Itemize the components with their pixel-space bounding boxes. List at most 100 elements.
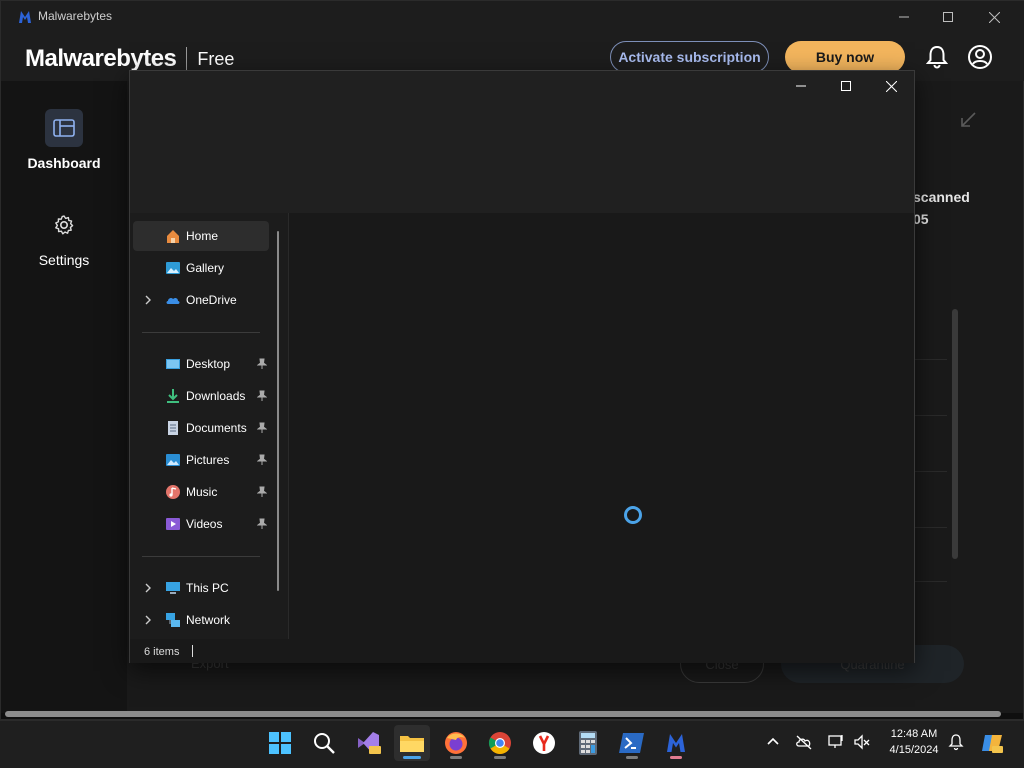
brand-name: Malwarebytes [25,45,177,72]
chrome-button[interactable] [482,725,518,761]
dashboard-icon [53,119,75,137]
search-icon [314,733,335,754]
nav-item-desktop[interactable]: Desktop [133,349,269,379]
chrome-icon [489,732,511,754]
row-divider [915,471,947,472]
file-explorer-icon [400,736,424,752]
maximize-button[interactable] [925,1,971,33]
maximize-icon [943,12,953,22]
notification-icon[interactable] [947,733,965,751]
malwarebytes-icon [667,734,685,752]
yandex-button[interactable] [526,725,562,761]
volume-muted-icon[interactable] [853,733,871,751]
sidebar-item-settings[interactable]: Settings [1,206,127,268]
nav-item-label: Gallery [186,261,225,275]
visual-studio-button[interactable] [350,725,386,761]
clock-date[interactable]: 4/15/2024 [884,744,944,756]
row-divider [915,527,947,528]
nav-item-home[interactable]: Home [133,221,269,251]
scanned-label: scanned [913,189,970,205]
visual-studio-icon [358,732,381,754]
row-divider [915,581,947,582]
explorer-close-button[interactable] [878,73,904,99]
dashboard-icon-box [45,109,83,147]
malwarebytes-logo-icon [19,11,31,23]
close-button[interactable] [971,1,1017,33]
minimize-icon [899,16,909,18]
row-divider [915,359,947,360]
malwarebytes-button[interactable] [658,725,694,761]
nav-pane-scrollbar[interactable] [277,231,279,591]
horizontal-scrollbar[interactable] [5,711,1001,717]
nav-item-label: Videos [186,517,223,531]
nav-item-label: Music [186,485,218,499]
download-icon [167,389,179,403]
calculator-icon [579,731,597,755]
powershell-button[interactable] [614,725,650,761]
brand-divider [186,47,188,71]
network-icon [166,613,180,627]
nav-item-label: Downloads [186,389,246,403]
title-bar: Malwarebytes [1,1,1024,33]
nav-item-documents[interactable]: Documents [133,413,269,443]
yandex-icon [533,732,555,754]
chevron-right-icon[interactable] [143,294,153,306]
start-button[interactable] [262,725,298,761]
window-title: Malwarebytes [38,9,113,23]
documents-icon [168,421,178,435]
scanned-value: 05 [913,211,929,227]
active-indicator [403,756,421,759]
pin-icon[interactable] [257,454,267,466]
nav-item-label: Pictures [186,453,230,467]
settings-icon-box [45,206,83,244]
file-explorer-button[interactable] [394,725,430,761]
collapse-arrow-icon[interactable] [959,111,977,129]
activate-subscription-button[interactable]: Activate subscription [610,41,769,73]
pin-icon[interactable] [257,422,267,434]
search-button[interactable] [306,725,342,761]
cloud-offline-icon[interactable] [795,733,813,751]
display-icon[interactable] [827,733,845,751]
chevron-right-icon[interactable] [143,614,153,626]
pin-icon[interactable] [257,518,267,530]
nav-item-music[interactable]: Music [133,477,269,507]
clock-time[interactable]: 12:48 AM [884,728,944,740]
nav-item-videos[interactable]: Videos [133,509,269,539]
explorer-minimize-button[interactable] [788,73,814,99]
pin-icon[interactable] [257,358,267,370]
firefox-icon [445,732,467,754]
chevron-up-icon[interactable] [764,733,782,751]
minimize-icon [796,85,806,87]
nav-item-pictures[interactable]: Pictures [133,445,269,475]
navigation-pane: Home Gallery OneDrive Desktop Downloads … [130,213,288,639]
explorer-maximize-button[interactable] [833,73,859,99]
row-divider [915,415,947,416]
copilot-icon[interactable] [980,731,1004,755]
nav-item-label: Home [186,229,219,243]
calculator-button[interactable] [570,725,606,761]
results-scrollbar[interactable] [952,309,958,559]
chevron-right-icon[interactable] [143,582,153,594]
music-icon [166,485,180,499]
nav-item-label: OneDrive [186,293,237,307]
nav-item-network[interactable]: Network [133,605,269,635]
nav-item-label: This PC [186,581,229,595]
home-icon [167,230,179,243]
pin-icon[interactable] [257,390,267,402]
nav-item-this-pc[interactable]: This PC [133,573,269,603]
nav-item-gallery[interactable]: Gallery [133,253,269,283]
nav-item-downloads[interactable]: Downloads [133,381,269,411]
nav-separator [142,556,260,557]
running-indicator [670,756,682,759]
pin-icon[interactable] [257,486,267,498]
sidebar-item-dashboard[interactable]: Dashboard [1,109,127,171]
gallery-icon [166,262,180,274]
firefox-button[interactable] [438,725,474,761]
account-icon[interactable] [967,44,993,70]
buy-now-button[interactable]: Buy now [785,41,905,73]
notification-bell-icon[interactable] [924,44,950,70]
nav-item-onedrive[interactable]: OneDrive [133,285,269,315]
minimize-button[interactable] [881,1,927,33]
gear-icon [55,215,74,235]
nav-item-label: Network [186,613,231,627]
